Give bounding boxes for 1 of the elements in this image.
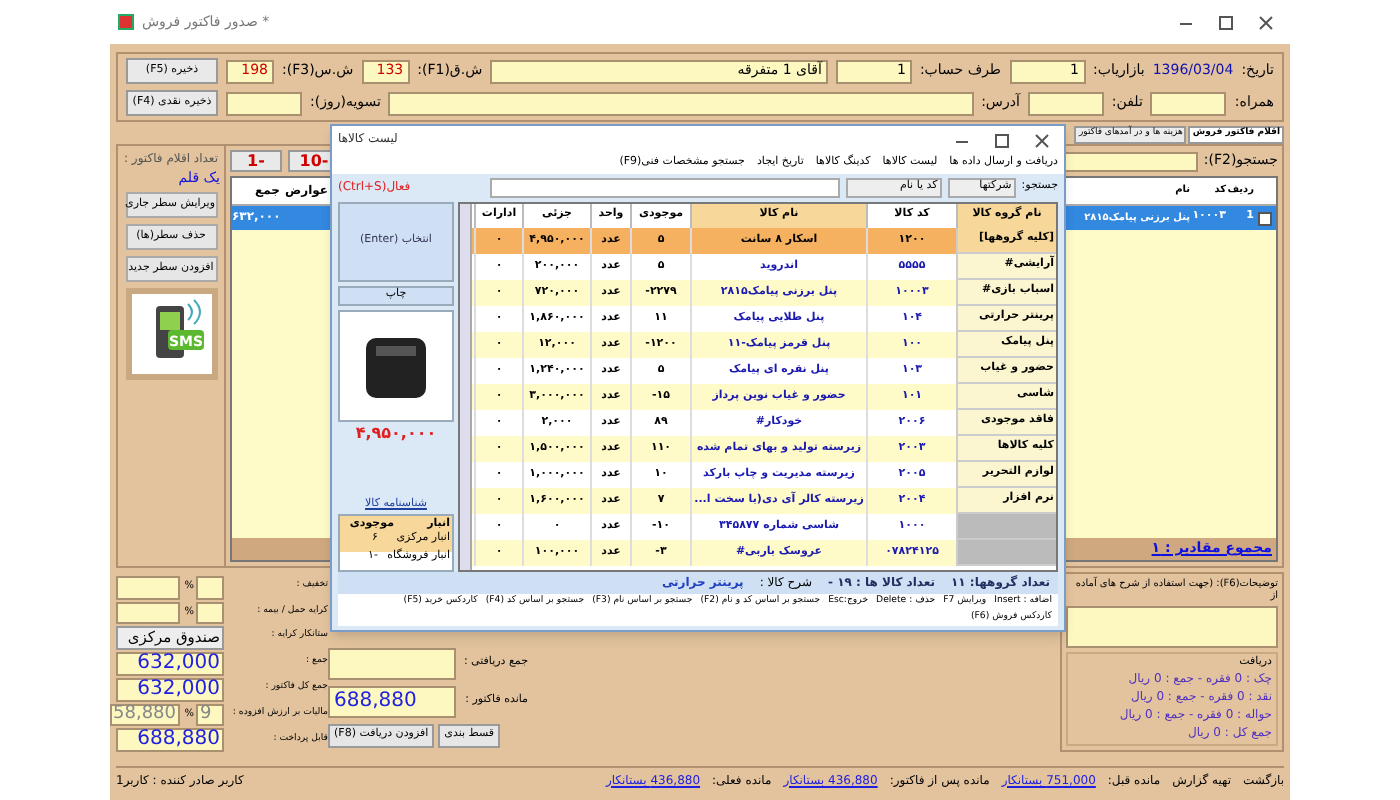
price-text: ۴,۹۵۰,۰۰۰ — [353, 426, 439, 442]
